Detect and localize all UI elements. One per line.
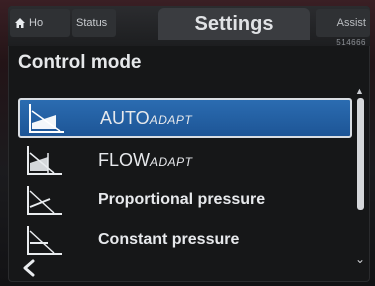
tab-status[interactable]: Status xyxy=(72,9,116,37)
back-arrow-icon[interactable] xyxy=(18,258,42,278)
list-item-label: FLOWADAPT xyxy=(98,149,193,170)
list-item-label: Constant pressure xyxy=(98,231,240,248)
top-bar: Ho Status Settings Assist 514666 xyxy=(8,6,370,47)
list-item-constant-pressure[interactable]: Constant pressure xyxy=(18,220,352,260)
list-item-autoadapt[interactable]: AUTOADAPT xyxy=(18,98,352,138)
control-mode-list: AUTOADAPT FLOWADAPT Proportional pressur… xyxy=(18,88,352,256)
scrollbar-thumb[interactable] xyxy=(357,98,364,210)
proportional-pressure-curve-icon xyxy=(27,186,62,215)
list-item-proportional-pressure[interactable]: Proportional pressure xyxy=(18,180,352,220)
tab-settings-label: Settings xyxy=(194,12,274,35)
list-item-label: Proportional pressure xyxy=(98,191,266,208)
list-item-flowadapt[interactable]: FLOWADAPT xyxy=(18,140,352,180)
scroll-up-icon[interactable]: ▲ xyxy=(355,86,364,96)
display-screen: Ho Status Settings Assist 514666 Control… xyxy=(8,6,370,282)
page-title: Control mode xyxy=(18,52,142,73)
flowadapt-curve-icon xyxy=(27,146,62,175)
scrollbar[interactable]: ▲ ⌄ xyxy=(355,86,367,266)
menu-code: 514666 xyxy=(336,38,366,47)
constant-pressure-curve-icon xyxy=(27,226,62,255)
autoadapt-curve-icon xyxy=(29,104,64,133)
list-item-label: AUTOADAPT xyxy=(100,107,193,128)
tab-status-label: Status xyxy=(76,17,108,29)
tab-home-label: Ho xyxy=(29,17,44,29)
tab-home[interactable]: Ho xyxy=(10,9,70,37)
scroll-down-icon[interactable]: ⌄ xyxy=(355,252,365,266)
tab-assist[interactable]: Assist xyxy=(316,9,370,37)
tab-settings[interactable]: Settings xyxy=(158,8,310,40)
tab-assist-label: Assist xyxy=(336,17,366,29)
home-icon xyxy=(15,18,25,28)
